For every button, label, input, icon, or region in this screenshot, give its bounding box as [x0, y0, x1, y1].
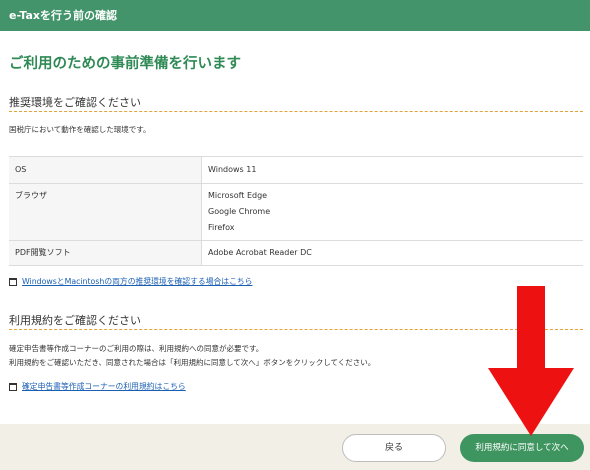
table-row: OS Windows 11 [9, 156, 583, 184]
env-description: 国税庁において動作を確認した環境です。 [9, 123, 151, 137]
terms-link-label[interactable]: 確定申告書等作成コーナーの利用規約はこちら [22, 381, 186, 392]
table-row: ブラウザ Microsoft Edge Google Chrome Firefo… [9, 183, 583, 241]
env-description-text: 国税庁において動作を確認した環境です。 [9, 125, 151, 134]
env-label-browser: ブラウザ [9, 183, 202, 241]
terms-description: 確定申告書等作成コーナーのご利用の際は、利用規約への同意が必要です。 利用規約を… [9, 342, 375, 370]
env-both-os-link-label[interactable]: WindowsとMacintoshの両方の推奨環境を確認する場合はこちら [22, 276, 252, 287]
terms-link[interactable]: 確定申告書等作成コーナーの利用規約はこちら [9, 381, 186, 392]
env-value-pdf: Adobe Acrobat Reader DC [201, 240, 583, 266]
env-both-os-link[interactable]: WindowsとMacintoshの両方の推奨環境を確認する場合はこちら [9, 276, 252, 287]
env-value-browser-firefox: Firefox [208, 223, 235, 232]
back-button[interactable]: 戻る [342, 434, 446, 462]
env-label-os: OS [9, 156, 202, 184]
header-title: e-Taxを行う前の確認 [9, 9, 118, 22]
env-value-os: Windows 11 [201, 156, 583, 184]
terms-description-line: 確定申告書等作成コーナーのご利用の際は、利用規約への同意が必要です。 [9, 344, 264, 353]
terms-description-line: 利用規約をご確認いただき、同意された場合は「利用規約に同意して次へ」ボタンをクリ… [9, 358, 376, 367]
recommended-env-table: OS Windows 11 ブラウザ Microsoft Edge Google… [9, 156, 583, 266]
red-down-arrow-icon [488, 286, 574, 436]
table-row: PDF閲覧ソフト Adobe Acrobat Reader DC [9, 240, 583, 266]
header-bar: e-Taxを行う前の確認 [0, 0, 590, 31]
external-window-icon [9, 277, 17, 286]
env-section-heading: 推奨環境をご確認ください [9, 94, 583, 112]
env-value-browsers: Microsoft Edge Google Chrome Firefox [201, 183, 583, 241]
page-title: ご利用のための事前準備を行います [9, 56, 241, 72]
env-value-browser-edge: Microsoft Edge [208, 191, 268, 200]
env-label-pdf: PDF閲覧ソフト [9, 240, 202, 266]
external-window-icon [9, 382, 17, 391]
env-value-browser-chrome: Google Chrome [208, 207, 271, 216]
